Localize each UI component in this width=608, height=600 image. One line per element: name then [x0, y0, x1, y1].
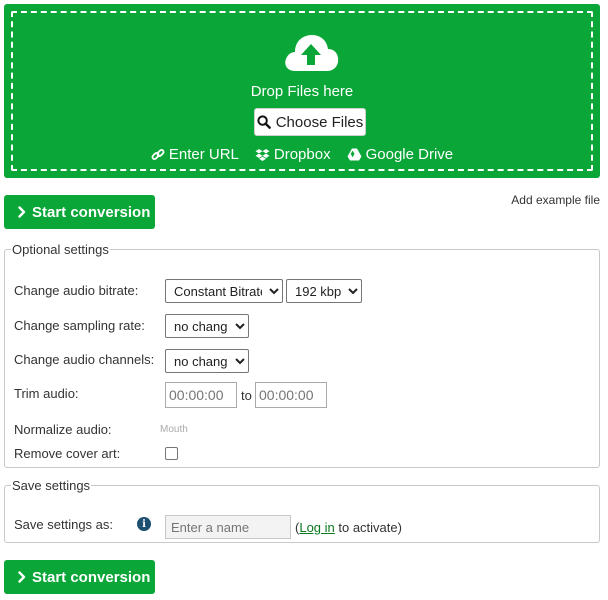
trim-end-input[interactable] [255, 382, 327, 408]
enter-url-label: Enter URL [168, 146, 239, 163]
cloud-upload-icon [285, 35, 339, 71]
dropbox-icon [255, 148, 270, 161]
trim-start-input[interactable] [165, 382, 237, 408]
audio-channels-label: Change audio channels: [14, 352, 155, 367]
normalize-audio-label: Normalize audio: [14, 422, 112, 437]
info-icon[interactable]: i [137, 517, 151, 531]
dropbox-label: Dropbox [273, 146, 331, 163]
sampling-rate-label: Change sampling rate: [14, 318, 145, 333]
audio-bitrate-label: Change audio bitrate: [14, 283, 139, 298]
save-settings-as-label: Save settings as: [14, 517, 113, 532]
settings-name-input[interactable] [165, 515, 291, 539]
normalize-hint: Mouth [160, 424, 188, 435]
login-note: (Log in to activate) [295, 520, 402, 535]
start-conversion-button-top[interactable]: Start conversion [4, 195, 155, 229]
remove-cover-art-label: Remove cover art: [14, 446, 121, 461]
log-in-link[interactable]: Log in [299, 520, 334, 535]
google-drive-icon [347, 148, 362, 161]
chevron-right-icon [18, 571, 26, 583]
trim-to-text: to [241, 388, 252, 403]
add-example-file-link[interactable]: Add example file [511, 193, 600, 207]
enter-url-link[interactable]: Enter URL [151, 146, 239, 163]
link-icon [151, 148, 165, 160]
optional-settings-fieldset: Optional settings Change audio bitrate: … [4, 242, 600, 468]
start-conversion-button-bottom[interactable]: Start conversion [4, 560, 155, 594]
save-settings-fieldset: Save settings Save settings as: i (Log i… [4, 478, 600, 543]
search-icon [257, 115, 271, 129]
save-settings-legend: Save settings [12, 478, 91, 493]
google-drive-label: Google Drive [365, 146, 454, 163]
upload-dropzone[interactable]: Drop Files here Choose Files Enter URL D… [4, 4, 600, 178]
optional-settings-legend: Optional settings [12, 242, 109, 257]
remove-cover-art-checkbox[interactable] [165, 447, 178, 460]
trim-audio-label: Trim audio: [14, 386, 79, 401]
dropzone-dashed-border: Drop Files here Choose Files Enter URL D… [11, 11, 593, 171]
audio-channels-select[interactable]: no change [165, 349, 249, 373]
choose-files-label: Choose Files [275, 113, 364, 131]
start-conversion-label: Start conversion [32, 203, 151, 221]
bitrate-mode-select[interactable]: Constant Bitrate [165, 279, 283, 303]
google-drive-link[interactable]: Google Drive [347, 146, 454, 163]
start-conversion-label: Start conversion [32, 568, 151, 586]
dropbox-link[interactable]: Dropbox [255, 146, 331, 163]
sampling-rate-select[interactable]: no change [165, 314, 249, 338]
choose-files-button[interactable]: Choose Files [254, 108, 366, 136]
upload-sources: Enter URL Dropbox Google Drive [13, 146, 591, 163]
chevron-right-icon [18, 206, 26, 218]
bitrate-value-select[interactable]: 192 kbps [286, 279, 362, 303]
login-note-suffix: to activate) [334, 520, 402, 535]
drop-files-text: Drop Files here [250, 83, 354, 100]
